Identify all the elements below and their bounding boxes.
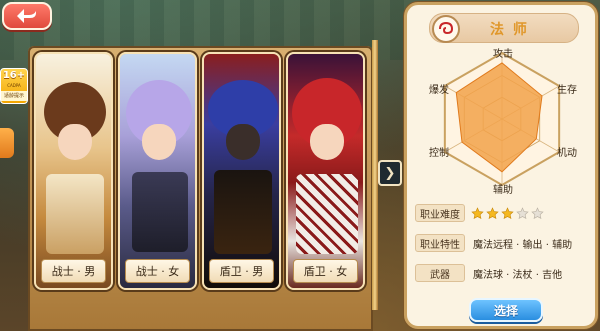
weapon-label: 武器 bbox=[415, 264, 465, 282]
stat-radar-chart bbox=[443, 51, 561, 187]
next-page-button[interactable]: ❯ bbox=[378, 160, 402, 186]
stat-label-support: 辅助 bbox=[493, 185, 513, 196]
age-rating-badge[interactable]: 16+ CADPA 适龄提示 bbox=[0, 68, 28, 104]
card-label: 盾卫 · 女 bbox=[293, 259, 358, 283]
character-art-warrior-female bbox=[120, 54, 195, 288]
class-card-warrior-male[interactable]: 战士 · 男 bbox=[34, 52, 113, 290]
character-art-warrior-male bbox=[36, 54, 111, 288]
card-label: 战士 · 男 bbox=[41, 259, 106, 283]
age-rating-org: CADPA bbox=[7, 83, 21, 88]
class-header: 法 师 bbox=[429, 13, 579, 43]
star-filled-icon bbox=[501, 206, 514, 219]
chevron-right-icon: ❯ bbox=[384, 165, 396, 181]
class-info-panel: 法 师 攻击 生存 机动 辅助 控制 爆发 职业难度 职业特性 魔法远程 · 输… bbox=[404, 2, 598, 329]
class-card-guard-female[interactable]: 盾卫 · 女 bbox=[286, 52, 365, 290]
star-filled-icon bbox=[486, 206, 499, 219]
side-tab[interactable] bbox=[0, 128, 14, 158]
character-art-guard-female bbox=[288, 54, 363, 288]
star-empty-icon bbox=[531, 206, 544, 219]
difficulty-row: 职业难度 bbox=[415, 203, 544, 223]
traits-label: 职业特性 bbox=[415, 234, 465, 252]
class-card-guard-male[interactable]: 盾卫 · 男 bbox=[202, 52, 281, 290]
back-button[interactable] bbox=[2, 2, 52, 30]
card-label: 盾卫 · 男 bbox=[209, 259, 274, 283]
back-arrow-icon bbox=[17, 9, 36, 23]
difficulty-stars bbox=[471, 206, 544, 220]
class-card-warrior-female[interactable]: 战士 · 女 bbox=[118, 52, 197, 290]
age-rating-tip: 适龄提示 bbox=[1, 91, 27, 101]
weapon-value: 魔法球 · 法杖 · 吉他 bbox=[473, 269, 563, 281]
star-empty-icon bbox=[516, 206, 529, 219]
difficulty-label: 职业难度 bbox=[415, 204, 465, 222]
character-art-guard-male bbox=[204, 54, 279, 288]
class-card-list: 战士 · 男 战士 · 女 盾卫 · 男 盾卫 · 女 bbox=[34, 52, 374, 292]
stat-label-mobility: 机动 bbox=[557, 148, 577, 159]
star-filled-icon bbox=[471, 206, 484, 219]
mage-emblem-icon bbox=[432, 15, 460, 43]
stat-label-survival: 生存 bbox=[557, 85, 577, 96]
stat-label-control: 控制 bbox=[429, 148, 449, 159]
traits-row: 职业特性 魔法远程 · 输出 · 辅助 bbox=[415, 233, 572, 253]
stat-label-attack: 攻击 bbox=[493, 49, 513, 60]
weapon-row: 武器 魔法球 · 法杖 · 吉他 bbox=[415, 263, 562, 283]
traits-value: 魔法远程 · 输出 · 辅助 bbox=[473, 239, 573, 251]
class-title: 法 师 bbox=[490, 22, 529, 38]
age-rating: 16+ bbox=[2, 70, 26, 81]
stat-label-burst: 爆发 bbox=[429, 85, 449, 96]
card-label: 战士 · 女 bbox=[125, 259, 190, 283]
select-button[interactable]: 选择 bbox=[469, 298, 543, 322]
